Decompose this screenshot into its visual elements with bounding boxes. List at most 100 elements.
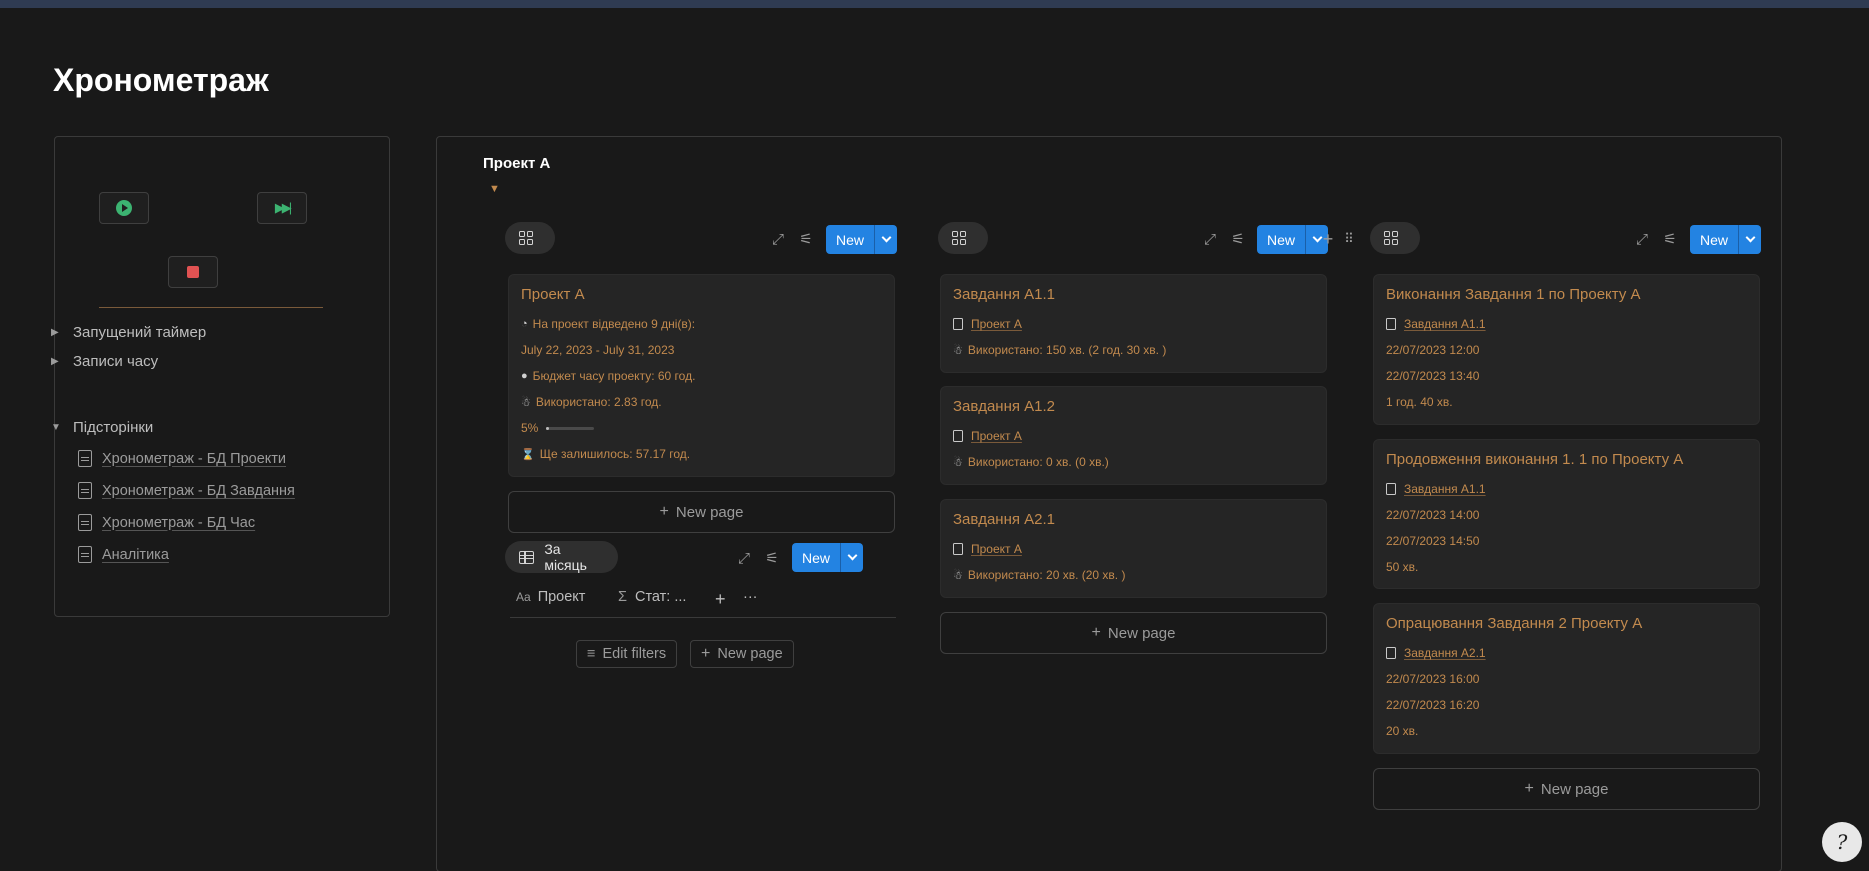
expand-icon[interactable]: ⤢	[1201, 230, 1219, 248]
page-title: Хронометраж	[53, 62, 269, 98]
card-project: Проект А	[953, 429, 1022, 443]
skip-forward-icon: ▶▶|	[274, 200, 292, 215]
new-page-button[interactable]: + New page	[940, 612, 1327, 654]
progress-fill	[546, 426, 549, 430]
progress-bar	[546, 426, 595, 430]
project-card[interactable]: Проект А ◔ На проект відведено 9 дні(в): …	[508, 274, 895, 477]
card-used: ☃ Використано: 2.83 год.	[521, 395, 662, 409]
card-end: 22/07/2023 16:20	[1386, 698, 1480, 712]
timer-panel: ▶▶|	[54, 136, 390, 617]
triangle-right-icon: ▶	[51, 327, 59, 338]
expand-icon[interactable]: ⤢	[1633, 230, 1651, 248]
edit-filters-button[interactable]: ≡ Edit filters	[576, 640, 678, 668]
time-card[interactable]: Продовження виконання 1. 1 по Проекту A …	[1373, 439, 1760, 589]
sliders-icon[interactable]: ⚟	[1661, 230, 1679, 248]
page-icon	[1386, 483, 1396, 495]
chevron-down-icon[interactable]	[1738, 225, 1762, 254]
page-icon	[78, 482, 92, 499]
triangle-down-icon[interactable]: ▼	[489, 183, 500, 195]
sliders-icon[interactable]: ⚟	[797, 230, 815, 248]
start-timer-button[interactable]	[99, 192, 149, 224]
task-card[interactable]: Завдання A2.1 Проект А ☃ Використано: 20 …	[940, 499, 1327, 598]
add-block-icon[interactable]: +	[1319, 229, 1337, 249]
expand-icon[interactable]: ⤢	[735, 549, 753, 567]
card-used: ☃ Використано: 20 хв. (20 хв. )	[953, 568, 1126, 582]
more-icon[interactable]: ···	[743, 589, 758, 605]
card-task: Завдання A1.1	[1386, 317, 1486, 331]
card-title: Завдання A1.1	[953, 286, 1056, 303]
gallery-view-icon	[952, 231, 966, 245]
card-dates: July 22, 2023 - July 31, 2023	[521, 343, 675, 357]
card-title: Завдання A1.2	[953, 398, 1056, 415]
triangle-right-icon: ▶	[51, 356, 59, 367]
plus-icon: +	[1091, 624, 1101, 641]
column-header-project[interactable]: Aa Проект	[516, 589, 585, 605]
triangle-down-icon: ▼	[51, 422, 61, 433]
drag-handle-icon[interactable]: ⠿	[1340, 230, 1358, 248]
new-page-button[interactable]: + New page	[690, 640, 794, 668]
card-title: Продовження виконання 1. 1 по Проекту A	[1386, 451, 1684, 468]
subpage-link-analytics[interactable]: Аналітика	[78, 546, 169, 563]
page-icon	[1386, 318, 1396, 330]
new-button[interactable]: New	[826, 225, 898, 254]
plus-icon: +	[1524, 780, 1534, 797]
toggle-label: Запущений таймер	[73, 324, 207, 341]
toggle-label: Записи часу	[73, 353, 159, 370]
task-card[interactable]: Завдання A1.2 Проект А ☃ Використано: 0 х…	[940, 386, 1327, 485]
card-task: Завдання A1.1	[1386, 482, 1486, 496]
subpage-link-tasks[interactable]: Хронометраж - БД Завдання	[78, 482, 295, 499]
stop-timer-button[interactable]	[168, 256, 218, 288]
monthly-view-button[interactable]: За місяць	[505, 541, 618, 573]
toggle-label: Підсторінки	[73, 419, 154, 436]
chevron-down-icon[interactable]	[874, 225, 898, 254]
new-button[interactable]: New	[1257, 225, 1329, 254]
card-task: Завдання A2.1	[1386, 646, 1486, 660]
plus-icon: +	[659, 503, 669, 520]
new-page-button[interactable]: + New page	[1373, 768, 1760, 810]
new-page-button[interactable]: + New page	[508, 491, 895, 533]
gallery-view-button[interactable]	[938, 222, 988, 254]
subpage-link-projects[interactable]: Хронометраж - БД Проекти	[78, 450, 286, 467]
card-end: 22/07/2023 13:40	[1386, 369, 1480, 383]
card-duration: 1 год. 40 хв.	[1386, 395, 1453, 409]
sliders-icon[interactable]: ⚟	[763, 549, 781, 567]
card-project: Проект А	[953, 542, 1022, 556]
page-icon	[953, 430, 963, 442]
new-button[interactable]: New	[792, 543, 864, 572]
subpage-link-time[interactable]: Хронометраж - БД Час	[78, 514, 255, 531]
toggle-time-records[interactable]: ▶ Записи часу	[51, 353, 158, 370]
toggle-subpages[interactable]: ▼ Підсторінки	[51, 419, 153, 436]
new-button-label: New	[826, 225, 875, 254]
table-view-icon	[519, 550, 535, 564]
table-divider	[510, 617, 896, 618]
clock-icon: ◔	[521, 318, 528, 330]
toggle-running-timer[interactable]: ▶ Запущений таймер	[51, 324, 206, 341]
page-icon	[78, 546, 92, 563]
card-title: Опрацювання Завдання 2 Проекту A	[1386, 615, 1643, 632]
top-bar	[0, 0, 1869, 8]
card-budget: ● Бюджет часу проекту: 60 год.	[521, 369, 696, 383]
card-title: Виконання Завдання 1 по Проекту A	[1386, 286, 1641, 303]
new-button-label: New	[792, 543, 841, 572]
gallery-view-button[interactable]	[1370, 222, 1420, 254]
add-column-button[interactable]: +	[715, 589, 726, 610]
time-card[interactable]: Виконання Завдання 1 по Проекту A Завдан…	[1373, 274, 1760, 425]
gallery-view-button[interactable]	[505, 222, 555, 254]
column-header-stat[interactable]: Σ Стат: ...	[618, 589, 686, 605]
card-used: ☃ Використано: 150 хв. (2 год. 30 хв. )	[953, 343, 1167, 357]
card-start: 22/07/2023 14:00	[1386, 508, 1480, 522]
expand-icon[interactable]: ⤢	[769, 230, 787, 248]
card-allocated: ◔ На проект відведено 9 дні(в):	[521, 317, 696, 331]
new-button[interactable]: New	[1690, 225, 1762, 254]
sliders-icon[interactable]: ⚟	[1229, 230, 1247, 248]
page-icon	[78, 450, 92, 467]
help-icon[interactable]: ?	[1822, 822, 1862, 862]
divider	[99, 307, 323, 308]
next-timer-button[interactable]: ▶▶|	[257, 192, 307, 224]
page-icon	[1386, 647, 1396, 659]
robot-icon: ☃	[521, 396, 531, 409]
task-card[interactable]: Завдання A1.1 Проект А ☃ Використано: 150…	[940, 274, 1327, 373]
chevron-down-icon[interactable]	[840, 543, 864, 572]
card-progress: 5%	[521, 421, 595, 435]
time-card[interactable]: Опрацювання Завдання 2 Проекту A Завданн…	[1373, 603, 1760, 754]
